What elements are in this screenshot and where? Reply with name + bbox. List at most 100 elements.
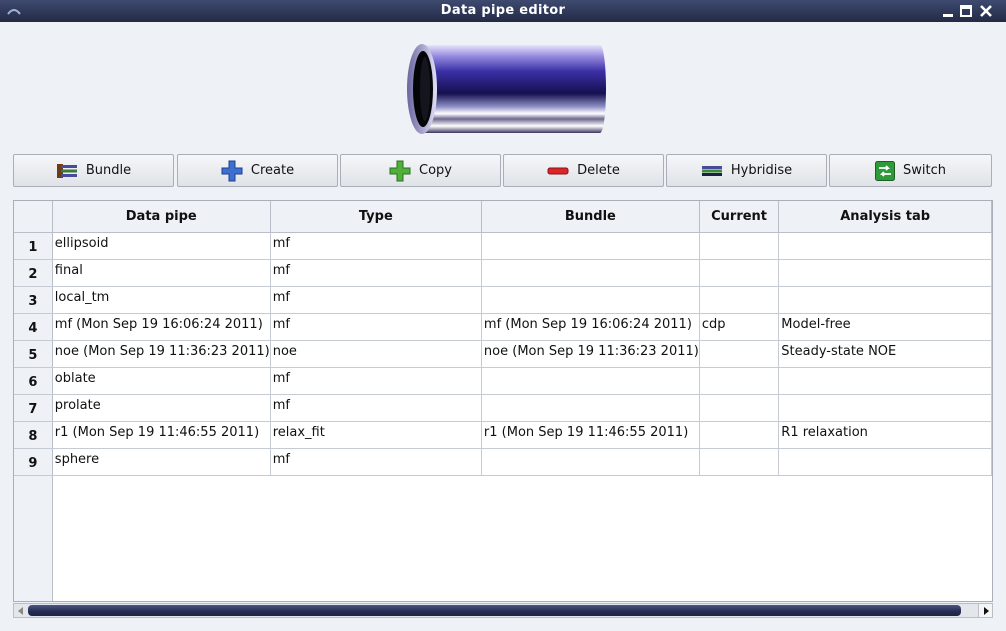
scroll-right-button[interactable]	[978, 604, 992, 617]
cell-bundle[interactable]: noe (Mon Sep 19 11:36:23 2011)	[481, 340, 700, 368]
pipe-table: Data pipe Type Bundle Current Analysis t…	[14, 201, 992, 476]
minus-icon	[547, 167, 569, 174]
cell-analysis-tab[interactable]	[778, 286, 992, 314]
row-number[interactable]: 5	[14, 340, 53, 368]
hybridise-icon	[701, 165, 722, 176]
pipe-logo-icon	[407, 44, 606, 134]
table-row[interactable]: 5 noe (Mon Sep 19 11:36:23 2011) noe noe…	[14, 340, 992, 368]
minimize-icon	[943, 14, 953, 17]
row-number[interactable]: 3	[14, 286, 53, 314]
table-row[interactable]: 7 prolate mf	[14, 394, 992, 422]
corner-cell[interactable]	[14, 201, 53, 233]
row-number[interactable]: 8	[14, 421, 53, 449]
plus-icon	[221, 160, 243, 181]
delete-button[interactable]: Delete	[503, 154, 664, 187]
copy-plus-icon	[389, 160, 411, 181]
cell-data-pipe[interactable]: oblate	[52, 367, 271, 395]
cell-type[interactable]: noe	[270, 340, 482, 368]
column-header-bundle[interactable]: Bundle	[481, 201, 700, 233]
table-row[interactable]: 9 sphere mf	[14, 448, 992, 476]
cell-bundle[interactable]	[481, 232, 700, 260]
horizontal-scrollbar[interactable]	[13, 603, 993, 618]
copy-button-label: Copy	[419, 163, 452, 178]
cell-data-pipe[interactable]: local_tm	[52, 286, 271, 314]
row-number[interactable]: 4	[14, 313, 53, 341]
maximize-icon	[960, 5, 972, 17]
column-header-data-pipe[interactable]: Data pipe	[52, 201, 271, 233]
row-number[interactable]: 6	[14, 367, 53, 395]
table-row[interactable]: 4 mf (Mon Sep 19 16:06:24 2011) mf mf (M…	[14, 313, 992, 341]
cell-bundle[interactable]: r1 (Mon Sep 19 11:46:55 2011)	[481, 421, 700, 449]
bundle-button[interactable]: Bundle	[13, 154, 174, 187]
cell-type[interactable]: mf	[270, 448, 482, 476]
cell-type[interactable]: mf	[270, 232, 482, 260]
cell-analysis-tab[interactable]: Steady-state NOE	[778, 340, 992, 368]
table-row[interactable]: 2 final mf	[14, 259, 992, 287]
close-button[interactable]	[978, 3, 994, 19]
chevron-right-icon	[983, 606, 989, 615]
cell-bundle[interactable]	[481, 367, 700, 395]
table-row[interactable]: 8 r1 (Mon Sep 19 11:46:55 2011) relax_fi…	[14, 421, 992, 449]
cell-analysis-tab[interactable]	[778, 232, 992, 260]
cell-type[interactable]: mf	[270, 394, 482, 422]
column-header-analysis-tab[interactable]: Analysis tab	[778, 201, 992, 233]
row-number[interactable]: 2	[14, 259, 53, 287]
cell-type[interactable]: mf	[270, 313, 482, 341]
cell-bundle[interactable]	[481, 286, 700, 314]
cell-current[interactable]	[699, 340, 780, 368]
minimize-button[interactable]	[940, 3, 956, 19]
scroll-left-button[interactable]	[14, 604, 27, 617]
hybridise-button[interactable]: Hybridise	[666, 154, 827, 187]
cell-analysis-tab[interactable]	[778, 448, 992, 476]
cell-current[interactable]	[699, 394, 780, 422]
window-title: Data pipe editor	[440, 3, 566, 18]
bundle-icon	[56, 163, 77, 178]
cell-bundle[interactable]: mf (Mon Sep 19 16:06:24 2011)	[481, 313, 700, 341]
title-bar: Data pipe editor	[0, 0, 1006, 22]
table-row[interactable]: 1 ellipsoid mf	[14, 232, 992, 260]
cell-type[interactable]: relax_fit	[270, 421, 482, 449]
cell-data-pipe[interactable]: noe (Mon Sep 19 11:36:23 2011)	[52, 340, 271, 368]
cell-type[interactable]: mf	[270, 259, 482, 287]
cell-current[interactable]	[699, 421, 780, 449]
cell-data-pipe[interactable]: mf (Mon Sep 19 16:06:24 2011)	[52, 313, 271, 341]
cell-current[interactable]	[699, 367, 780, 395]
cell-current[interactable]	[699, 259, 780, 287]
scrollbar-thumb[interactable]	[28, 605, 961, 616]
cell-data-pipe[interactable]: r1 (Mon Sep 19 11:46:55 2011)	[52, 421, 271, 449]
copy-button[interactable]: Copy	[340, 154, 501, 187]
switch-icon	[875, 160, 895, 181]
cell-data-pipe[interactable]: ellipsoid	[52, 232, 271, 260]
data-pipe-table[interactable]: Data pipe Type Bundle Current Analysis t…	[13, 200, 993, 602]
maximize-button[interactable]	[958, 3, 974, 19]
row-number[interactable]: 1	[14, 232, 53, 260]
column-header-type[interactable]: Type	[270, 201, 482, 233]
cell-data-pipe[interactable]: sphere	[52, 448, 271, 476]
table-row[interactable]: 3 local_tm mf	[14, 286, 992, 314]
cell-analysis-tab[interactable]	[778, 367, 992, 395]
column-header-current[interactable]: Current	[699, 201, 780, 233]
cell-type[interactable]: mf	[270, 367, 482, 395]
cell-analysis-tab[interactable]	[778, 394, 992, 422]
table-row[interactable]: 6 oblate mf	[14, 367, 992, 395]
hybridise-button-label: Hybridise	[730, 163, 793, 178]
cell-bundle[interactable]	[481, 259, 700, 287]
row-number[interactable]: 9	[14, 448, 53, 476]
cell-bundle[interactable]	[481, 394, 700, 422]
cell-current[interactable]: cdp	[699, 313, 780, 341]
cell-analysis-tab[interactable]: Model-free	[778, 313, 992, 341]
cell-current[interactable]	[699, 232, 780, 260]
cell-current[interactable]	[699, 448, 780, 476]
chevron-left-icon	[17, 606, 23, 615]
create-button[interactable]: Create	[177, 154, 338, 187]
cell-data-pipe[interactable]: final	[52, 259, 271, 287]
cell-bundle[interactable]	[481, 448, 700, 476]
cell-analysis-tab[interactable]: R1 relaxation	[778, 421, 992, 449]
close-icon	[980, 5, 992, 17]
cell-type[interactable]: mf	[270, 286, 482, 314]
cell-data-pipe[interactable]: prolate	[52, 394, 271, 422]
switch-button[interactable]: Switch	[829, 154, 992, 187]
cell-analysis-tab[interactable]	[778, 259, 992, 287]
cell-current[interactable]	[699, 286, 780, 314]
row-number[interactable]: 7	[14, 394, 53, 422]
